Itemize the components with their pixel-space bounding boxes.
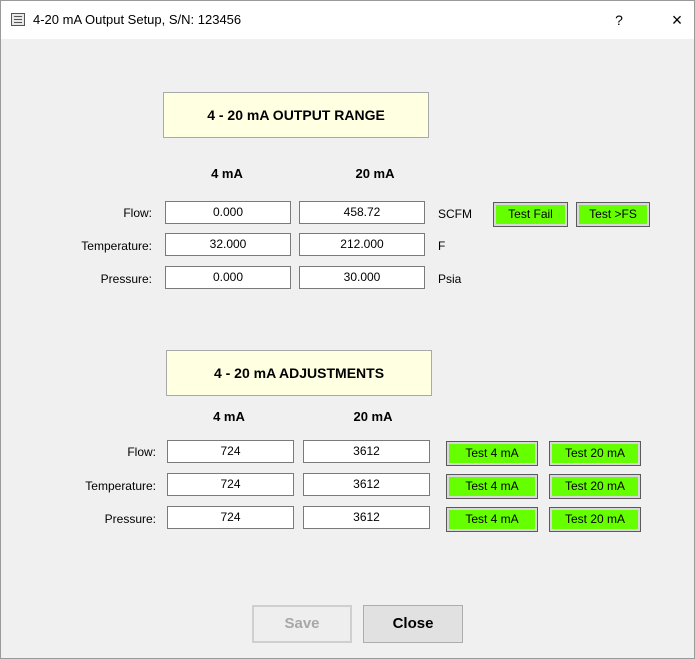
adjust-label-temperature: Temperature:: [85, 479, 156, 493]
adjust-pressure-4ma-input[interactable]: 724: [167, 506, 294, 529]
range-pressure-20ma-input[interactable]: 30.000: [299, 266, 425, 289]
test-fail-button[interactable]: Test Fail: [493, 202, 568, 227]
range-label-flow: Flow:: [123, 206, 152, 220]
range-pressure-4ma-input[interactable]: 0.000: [165, 266, 291, 289]
range-temperature-20ma-input[interactable]: 212.000: [299, 233, 425, 256]
range-label-pressure: Pressure:: [100, 272, 152, 286]
range-flow-4ma-input[interactable]: 0.000: [165, 201, 291, 224]
range-flow-unit: SCFM: [438, 207, 472, 221]
adjust-label-pressure: Pressure:: [104, 512, 156, 526]
adjust-flow-4ma-input[interactable]: 724: [167, 440, 294, 463]
close-window-button[interactable]: ×: [665, 8, 689, 32]
output-range-title: 4 - 20 mA OUTPUT RANGE: [163, 92, 429, 138]
adjust-flow-test-20ma-button[interactable]: Test 20 mA: [549, 441, 641, 466]
adjust-col-20ma: 20 mA: [353, 409, 393, 424]
adjust-flow-test-4ma-button[interactable]: Test 4 mA: [446, 441, 538, 466]
adjust-temperature-test-4ma-button[interactable]: Test 4 mA: [446, 474, 538, 499]
close-button[interactable]: Close: [363, 605, 463, 643]
adjust-col-4ma: 4 mA: [213, 409, 245, 424]
adjust-pressure-test-20ma-button[interactable]: Test 20 mA: [549, 507, 641, 532]
app-icon: [11, 13, 25, 26]
window-title: 4-20 mA Output Setup, S/N: 123456: [33, 12, 242, 27]
dialog-window: 4-20 mA Output Setup, S/N: 123456 ? × 4 …: [0, 0, 695, 659]
adjust-pressure-20ma-input[interactable]: 3612: [303, 506, 430, 529]
range-temperature-unit: F: [438, 239, 446, 253]
adjustments-title: 4 - 20 mA ADJUSTMENTS: [166, 350, 432, 396]
range-temperature-4ma-input[interactable]: 32.000: [165, 233, 291, 256]
adjust-pressure-test-4ma-button[interactable]: Test 4 mA: [446, 507, 538, 532]
title-bar: 4-20 mA Output Setup, S/N: 123456 ? ×: [1, 1, 694, 39]
range-col-4ma: 4 mA: [211, 166, 243, 181]
range-pressure-unit: Psia: [438, 272, 462, 286]
range-flow-20ma-input[interactable]: 458.72: [299, 201, 425, 224]
adjust-temperature-test-20ma-button[interactable]: Test 20 mA: [549, 474, 641, 499]
range-col-20ma: 20 mA: [355, 166, 395, 181]
test-fs-button[interactable]: Test >FS: [576, 202, 650, 227]
help-button[interactable]: ?: [607, 8, 631, 32]
adjust-temperature-20ma-input[interactable]: 3612: [303, 473, 430, 496]
adjust-flow-20ma-input[interactable]: 3612: [303, 440, 430, 463]
save-button[interactable]: Save: [252, 605, 352, 643]
range-label-temperature: Temperature:: [81, 239, 152, 253]
adjust-label-flow: Flow:: [127, 445, 156, 459]
adjust-temperature-4ma-input[interactable]: 724: [167, 473, 294, 496]
